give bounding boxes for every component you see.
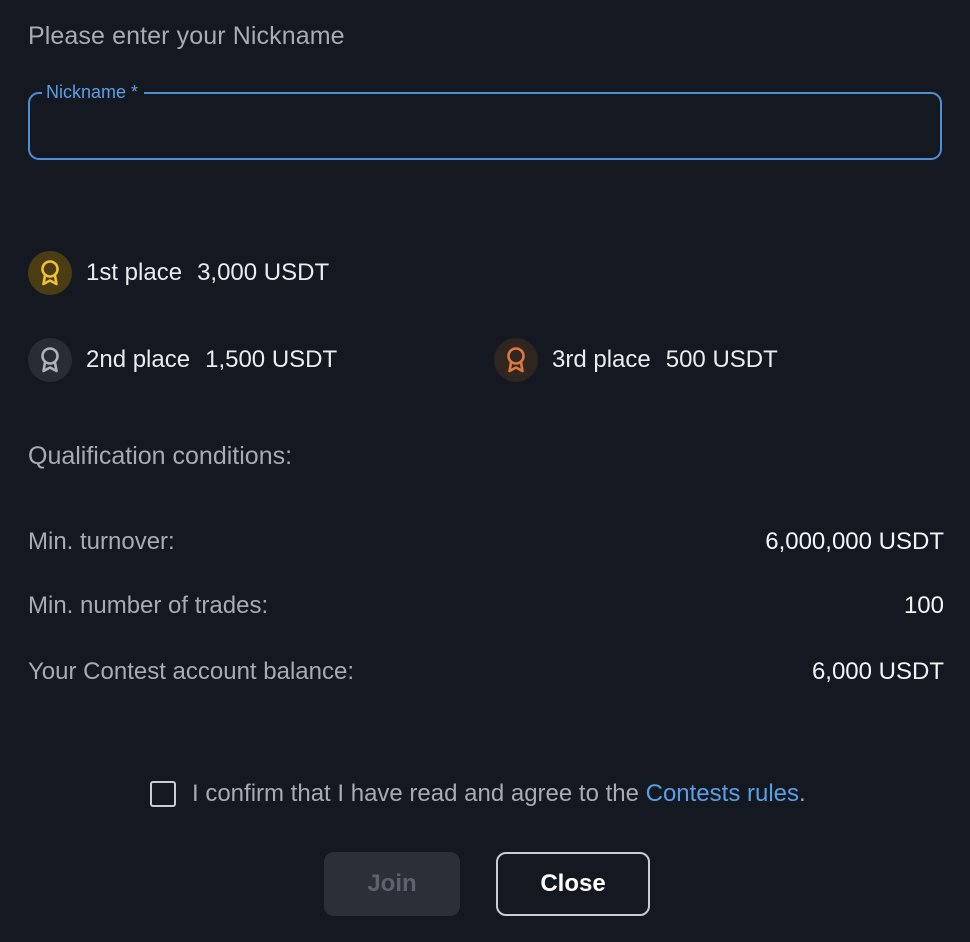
- prize-second-label: 2nd place: [86, 346, 191, 373]
- contests-rules-link[interactable]: Contests rules: [646, 780, 799, 807]
- condition-label: Your Contest account balance:: [28, 658, 355, 685]
- prize-first-label: 1st place: [86, 259, 183, 286]
- prize-third-value: 500 USDT: [665, 346, 778, 373]
- gold-medal-icon: [28, 251, 72, 295]
- silver-medal-icon: [28, 338, 72, 382]
- condition-label: Min. turnover:: [28, 528, 175, 555]
- condition-label: Min. number of trades:: [28, 592, 269, 619]
- confirm-checkbox[interactable]: [150, 781, 176, 807]
- nickname-label: Nickname *: [42, 80, 145, 104]
- nickname-field[interactable]: Nickname *: [28, 80, 942, 160]
- condition-row-turnover: Min. turnover: 6,000,000 USDT: [28, 528, 944, 556]
- condition-value: 100: [903, 592, 944, 619]
- bronze-medal-icon: [494, 338, 538, 382]
- join-button[interactable]: Join: [324, 852, 460, 916]
- confirm-text-suffix: .: [799, 780, 806, 807]
- condition-row-balance: Your Contest account balance: 6,000 USDT: [28, 658, 944, 686]
- confirm-text-main: I confirm that I have read and agree to …: [192, 780, 646, 807]
- prize-third-place: 3rd place 500 USDT: [494, 338, 778, 382]
- condition-value: 6,000,000 USDT: [765, 528, 944, 555]
- prize-first-value: 3,000 USDT: [197, 259, 330, 286]
- nickname-prompt: Please enter your Nickname: [28, 22, 345, 50]
- nickname-input[interactable]: [44, 108, 928, 146]
- close-button[interactable]: Close: [496, 852, 650, 916]
- rules-confirmation: I confirm that I have read and agree to …: [150, 780, 806, 808]
- confirm-text: I confirm that I have read and agree to …: [192, 780, 806, 808]
- contest-join-dialog: Please enter your Nickname Nickname * 1s…: [0, 0, 970, 942]
- condition-row-trades: Min. number of trades: 100: [28, 592, 944, 620]
- condition-value: 6,000 USDT: [811, 658, 944, 685]
- prize-second-place: 2nd place 1,500 USDT: [28, 338, 337, 382]
- prize-first-place: 1st place 3,000 USDT: [28, 251, 329, 295]
- qualification-title: Qualification conditions:: [28, 442, 293, 470]
- prize-second-value: 1,500 USDT: [205, 346, 338, 373]
- prize-third-label: 3rd place: [552, 346, 651, 373]
